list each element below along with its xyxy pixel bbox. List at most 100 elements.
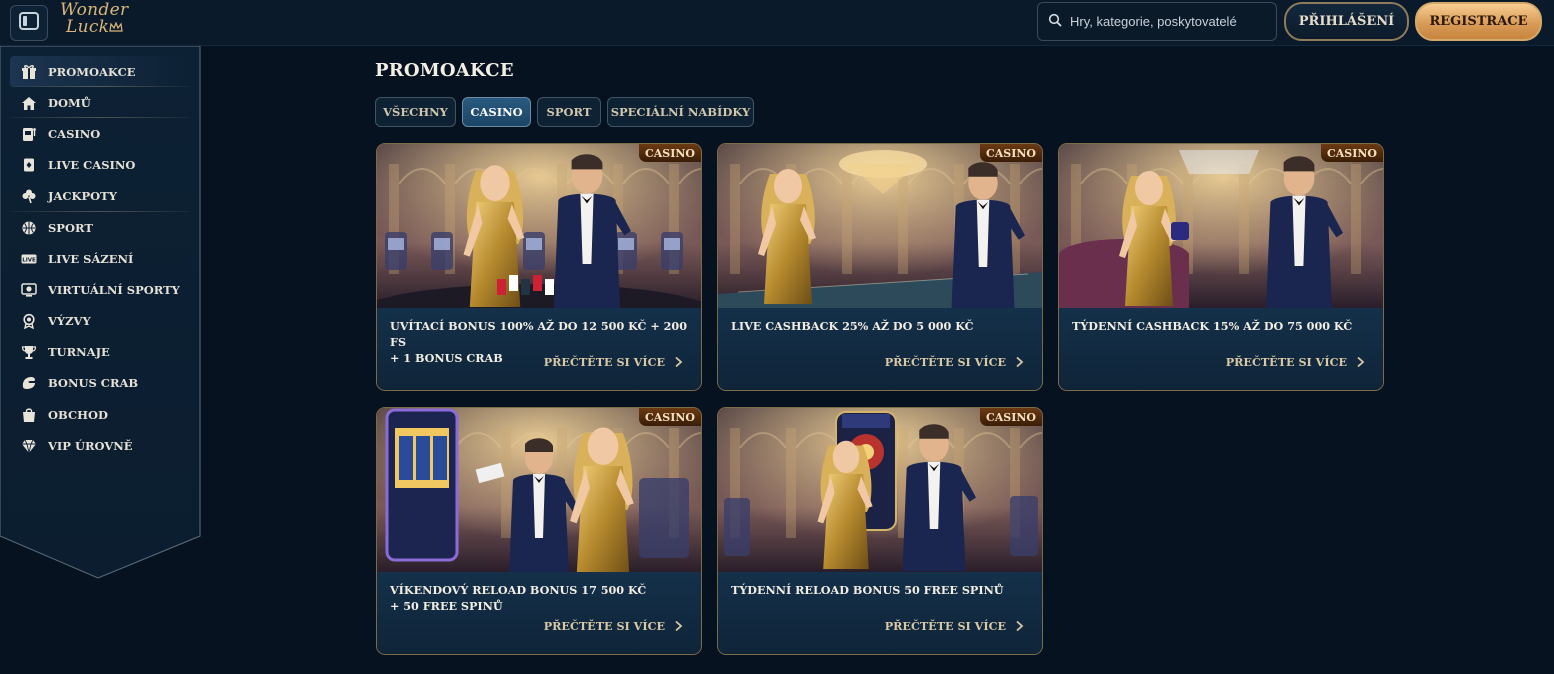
promo-card-title: TÝDENNÍ RELOAD BONUS 50 FREE SPINŮ <box>731 582 1031 598</box>
sidebar-item-label: TURNAJE <box>48 345 110 360</box>
sidebar-item-vip-urovne[interactable]: VIP ÚROVNĚ <box>10 430 190 461</box>
category-badge: CASINO <box>638 144 701 162</box>
category-badge: CASINO <box>638 408 701 426</box>
category-badge: CASINO <box>1320 144 1383 162</box>
promo-card-title-line: LIVE CASHBACK 25% AŽ DO 5 000 KČ <box>731 319 974 333</box>
sidebar-item-label: PROMOAKCE <box>48 64 136 79</box>
promo-card-image <box>377 144 701 308</box>
page-title: PROMOAKCE <box>375 60 514 81</box>
read-more-label: PŘEČTĚTE SI VÍCE <box>884 619 1006 633</box>
sidebar-item-obchod[interactable]: OBCHOD <box>10 399 190 430</box>
tab-special-offers[interactable]: SPECIÁLNÍ NABÍDKY <box>607 97 754 127</box>
virtual-sport-icon <box>20 281 38 299</box>
category-badge: CASINO <box>979 408 1042 426</box>
logo-line-2: Luck <box>60 19 130 36</box>
promo-card-title-line: + 50 FREE SPINŮ <box>390 599 503 613</box>
read-more-label: PŘEČTĚTE SI VÍCE <box>1225 355 1347 369</box>
sidebar: PROMOAKCE DOMŮ CASINO LIVE CASINO JACKPOTY SP… <box>0 46 202 580</box>
promo-card-footer: VÍKENDOVÝ RELOAD BONUS 17 500 KČ + 50 FRE… <box>377 572 701 654</box>
sidebar-item-live-sazeni[interactable]: LIVE LIVE SÁZENÍ <box>10 243 190 274</box>
sidebar-item-vyzvy[interactable]: VÝZVY <box>10 306 190 337</box>
chevron-right-icon <box>674 356 683 368</box>
sidebar-item-casino[interactable]: CASINO <box>10 118 190 149</box>
promo-card-image <box>718 144 1042 308</box>
sidebar-item-sport[interactable]: SPORT <box>10 212 190 243</box>
read-more-label: PŘEČTĚTE SI VÍCE <box>543 355 665 369</box>
sidebar-item-jackpoty[interactable]: JACKPOTY <box>10 181 190 213</box>
playing-card-icon <box>20 156 38 174</box>
search-input[interactable] <box>1070 14 1270 29</box>
promo-card-title-line: TÝDENNÍ RELOAD BONUS 50 FREE SPINŮ <box>731 583 1004 597</box>
read-more-label: PŘEČTĚTE SI VÍCE <box>884 355 1006 369</box>
shopping-bag-icon <box>20 406 38 424</box>
sidebar-toggle-button[interactable] <box>10 5 48 41</box>
sidebar-item-label: VIRTUÁLNÍ SPORTY <box>48 282 180 297</box>
read-more-link[interactable]: PŘEČTĚTE SI VÍCE <box>544 617 683 635</box>
clover-icon <box>20 187 38 205</box>
ball-icon <box>20 219 38 237</box>
promo-card-footer: TÝDENNÍ CASHBACK 15% AŽ DO 75 000 KČ PŘEČ… <box>1059 308 1383 390</box>
chevron-right-icon <box>674 620 683 632</box>
promo-card-title: TÝDENNÍ CASHBACK 15% AŽ DO 75 000 KČ <box>1072 318 1372 334</box>
home-icon <box>20 94 38 112</box>
tab-all[interactable]: VŠECHNY <box>375 97 456 127</box>
crown-icon <box>109 21 123 32</box>
read-more-link[interactable]: PŘEČTĚTE SI VÍCE <box>885 617 1024 635</box>
category-badge: CASINO <box>979 144 1042 162</box>
sidebar-item-turnaje[interactable]: TURNAJE <box>10 337 190 368</box>
promo-card[interactable]: CASINO TÝDENNÍ RELOAD BONUS 50 FREE SPINŮ… <box>717 407 1043 655</box>
sidebar-item-label: CASINO <box>48 126 101 141</box>
promo-card-title-line: TÝDENNÍ CASHBACK 15% AŽ DO 75 000 KČ <box>1072 319 1353 333</box>
diamond-icon <box>20 437 38 455</box>
wonder-luck-logo[interactable]: Wonder Luck <box>60 2 130 44</box>
sidebar-item-label: VIP ÚROVNĚ <box>48 438 133 453</box>
sidebar-item-label: OBCHOD <box>48 407 108 422</box>
sidebar-item-label: VÝZVY <box>48 314 91 329</box>
chevron-right-icon <box>1015 620 1024 632</box>
sidebar-nav: PROMOAKCE DOMŮ CASINO LIVE CASINO JACKPOTY SP… <box>10 56 190 461</box>
search-box[interactable] <box>1037 2 1277 41</box>
promo-card-image <box>1059 144 1383 308</box>
crab-claw-icon <box>20 374 38 392</box>
promo-card-image <box>718 408 1042 572</box>
gift-icon <box>20 63 38 81</box>
promo-card[interactable]: CASINO LIVE CASHBACK 25% AŽ DO 5 000 KČ PŘ… <box>717 143 1043 391</box>
promo-card-footer: LIVE CASHBACK 25% AŽ DO 5 000 KČ PŘEČTĚTE… <box>718 308 1042 390</box>
chevron-right-icon <box>1356 356 1365 368</box>
promo-card-title: LIVE CASHBACK 25% AŽ DO 5 000 KČ <box>731 318 1031 334</box>
promo-card[interactable]: CASINO TÝDENNÍ CASHBACK 15% AŽ DO 75 000 … <box>1058 143 1384 391</box>
sidebar-item-label: BONUS CRAB <box>48 376 139 391</box>
promo-card-title-line: VÍKENDOVÝ RELOAD BONUS 17 500 KČ <box>390 583 647 597</box>
promo-card-footer: TÝDENNÍ RELOAD BONUS 50 FREE SPINŮ PŘEČTĚ… <box>718 572 1042 654</box>
sidebar-toggle-icon <box>19 12 39 34</box>
sidebar-item-label: SPORT <box>48 220 93 235</box>
search-icon <box>1048 12 1062 31</box>
chevron-right-icon <box>1015 356 1024 368</box>
sidebar-item-label: LIVE CASINO <box>48 158 136 173</box>
read-more-label: PŘEČTĚTE SI VÍCE <box>543 619 665 633</box>
trophy-icon <box>20 343 38 361</box>
promo-card-title: VÍKENDOVÝ RELOAD BONUS 17 500 KČ + 50 FRE… <box>390 582 690 614</box>
promo-card-image <box>377 408 701 572</box>
slot-machine-icon <box>20 125 38 143</box>
promo-card[interactable]: CASINO UVÍTACÍ BONUS 100% AŽ DO 12 500 KČ… <box>376 143 702 391</box>
promo-card-title-line: UVÍTACÍ BONUS 100% AŽ DO 12 500 KČ + 200… <box>390 319 687 349</box>
read-more-link[interactable]: PŘEČTĚTE SI VÍCE <box>544 353 683 371</box>
read-more-link[interactable]: PŘEČTĚTE SI VÍCE <box>885 353 1024 371</box>
sidebar-item-promoakce[interactable]: PROMOAKCE <box>10 56 190 88</box>
tab-casino[interactable]: CASINO <box>462 97 531 127</box>
read-more-link[interactable]: PŘEČTĚTE SI VÍCE <box>1226 353 1365 371</box>
promo-card-footer: UVÍTACÍ BONUS 100% AŽ DO 12 500 KČ + 200… <box>377 308 701 390</box>
register-button[interactable]: REGISTRACE <box>1415 2 1542 41</box>
promo-card[interactable]: CASINO VÍKENDOVÝ RELOAD BONUS 17 500 KČ + … <box>376 407 702 655</box>
login-button[interactable]: PŘIHLÁŠENÍ <box>1284 2 1409 41</box>
live-icon: LIVE <box>20 250 38 268</box>
tab-sport[interactable]: SPORT <box>537 97 601 127</box>
sidebar-item-bonus-crab[interactable]: BONUS CRAB <box>10 368 190 399</box>
sidebar-item-label: LIVE SÁZENÍ <box>48 251 134 266</box>
sidebar-item-live-casino[interactable]: LIVE CASINO <box>10 150 190 181</box>
sidebar-item-domu[interactable]: DOMŮ <box>10 87 190 119</box>
svg-text:LIVE: LIVE <box>22 257 36 263</box>
challenge-badge-icon <box>20 312 38 330</box>
sidebar-item-virtualni-sporty[interactable]: VIRTUÁLNÍ SPORTY <box>10 274 190 305</box>
